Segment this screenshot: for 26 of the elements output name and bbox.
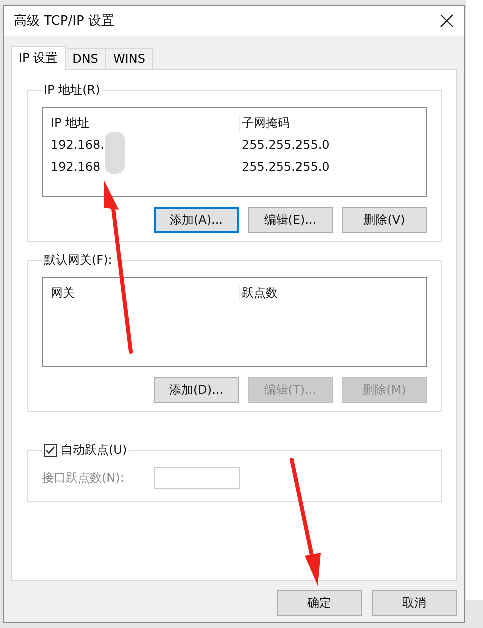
table-cell-text: 192.168. xyxy=(51,138,106,152)
checkbox[interactable] xyxy=(44,444,57,457)
tab[interactable]: IP 设置 xyxy=(11,46,66,70)
table-cell-text: 255.255.255.0 xyxy=(241,160,331,174)
dialog-button[interactable]: 添加(D)... xyxy=(154,377,239,403)
table-cell-text: 192.168 xyxy=(51,160,102,174)
group-title: IP 地址(R) xyxy=(43,82,102,99)
column-header[interactable]: IP 地址 xyxy=(51,114,239,132)
dialog-button[interactable]: 编辑(E)... xyxy=(248,207,333,233)
gateway-list[interactable]: 网关 跃点数 xyxy=(42,277,427,367)
dialog-button[interactable]: 删除(V) xyxy=(342,207,427,233)
close-icon[interactable] xyxy=(440,14,454,28)
column-header[interactable]: 网关 xyxy=(51,284,239,302)
tab[interactable]: WINS xyxy=(105,48,154,69)
column-header[interactable]: 跃点数 xyxy=(239,284,418,302)
redaction-blur xyxy=(105,132,125,174)
dialog-button[interactable]: 添加(A)... xyxy=(154,207,239,233)
group-title: 默认网关(F): xyxy=(43,252,114,269)
field-label: 接口跃点数(N): xyxy=(42,470,124,486)
checkbox-label[interactable]: 自动跃点(U) xyxy=(61,442,128,459)
dialog-button[interactable]: 确定 xyxy=(277,590,362,616)
table-cell-text: 255.255.255.0 xyxy=(241,138,331,152)
window-title: 高级 TCP/IP 设置 xyxy=(14,13,114,30)
column-header[interactable]: 子网掩码 xyxy=(239,114,418,132)
dialog-button[interactable]: 取消 xyxy=(372,590,457,616)
ip-list[interactable]: IP 地址 子网掩码 192.168. 255.255.255.0 192.168 255.255.255.0 xyxy=(42,107,427,197)
